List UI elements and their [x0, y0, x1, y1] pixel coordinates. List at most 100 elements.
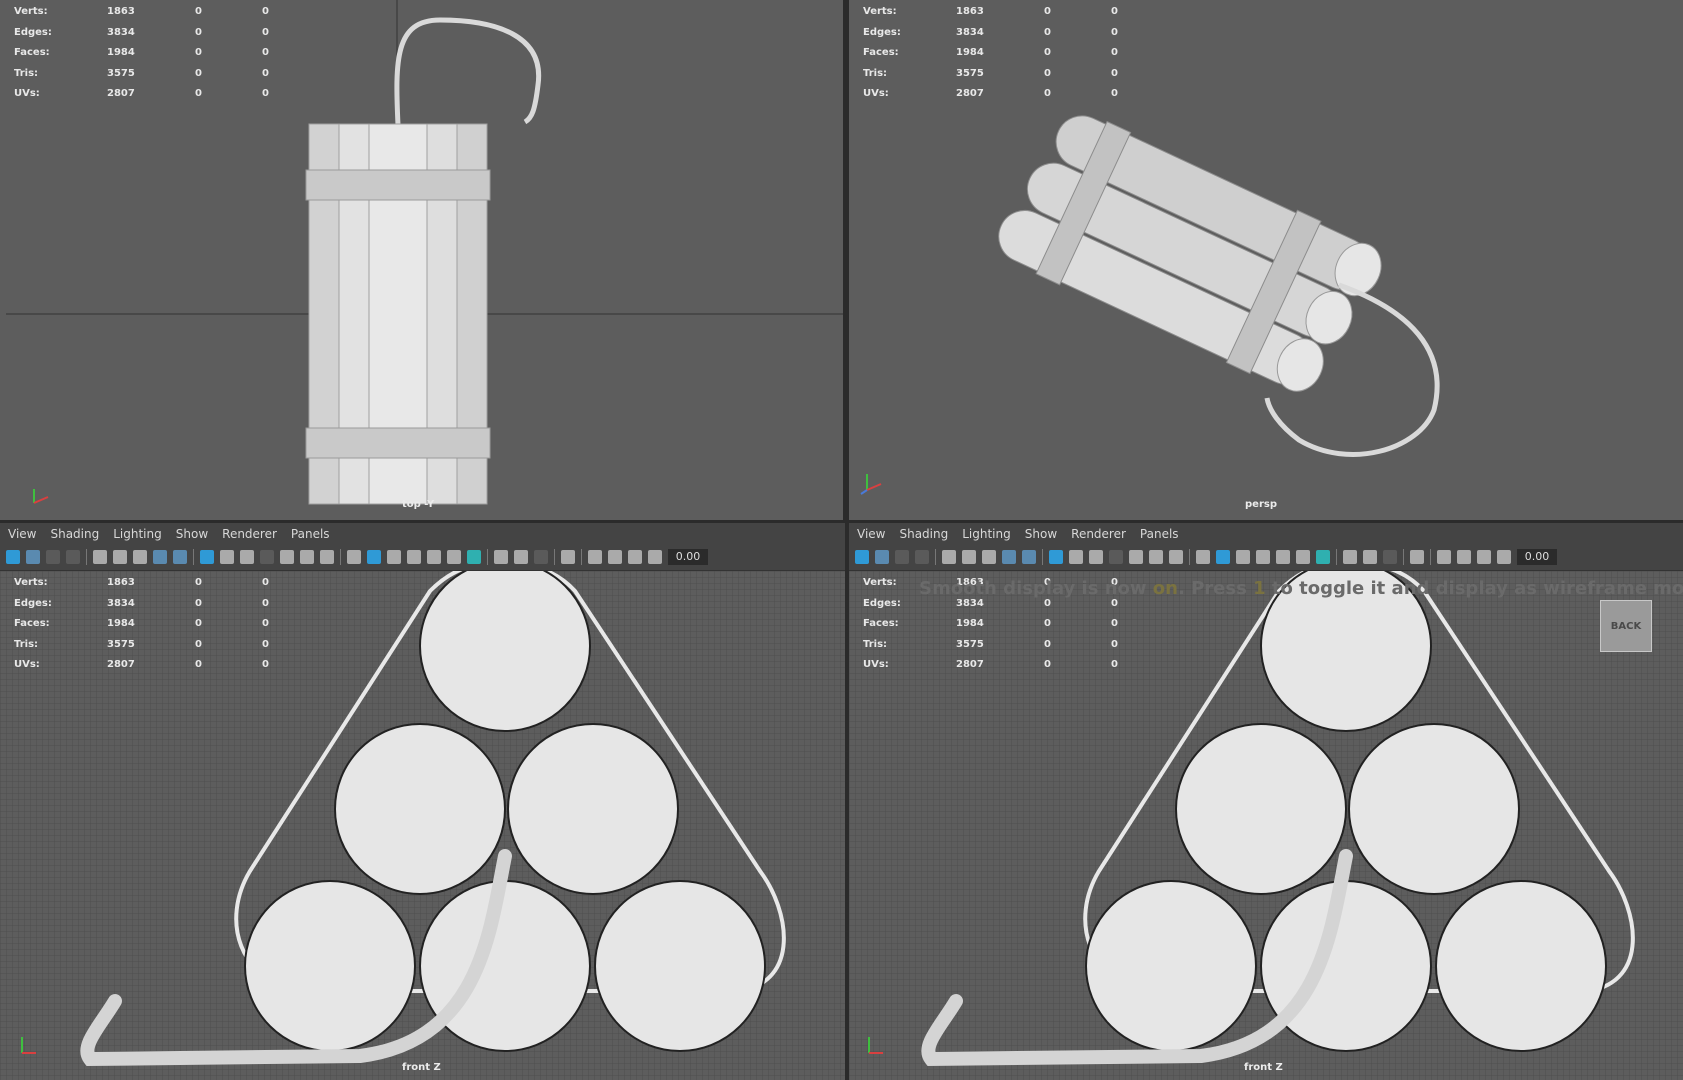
viewport-persp[interactable]: Verts: 1863 0 0 Edges: 3834 0 0 Faces: 1984 0 0 Tris… [849, 0, 1683, 520]
wireframe-on-shaded-icon[interactable] [387, 550, 401, 564]
stats-a: 1984 [107, 618, 135, 629]
exposure-field[interactable]: 0.00 [668, 549, 708, 565]
wireframe-on-shaded-icon[interactable] [1236, 550, 1250, 564]
menu-panels[interactable]: Panels [1140, 527, 1179, 541]
menu-view[interactable]: View [8, 527, 36, 541]
wireframe-icon[interactable] [347, 550, 361, 564]
menu-show[interactable]: Show [176, 527, 208, 541]
stats-b: 0 [1044, 47, 1051, 58]
shading-icon[interactable] [1216, 550, 1230, 564]
textured-icon[interactable] [1256, 550, 1270, 564]
select-icon[interactable] [855, 550, 869, 564]
resolution-gate-icon[interactable] [240, 550, 254, 564]
safe-title-icon[interactable] [320, 550, 334, 564]
stats-b: 0 [195, 47, 202, 58]
anti-alias-icon[interactable] [1383, 550, 1397, 564]
wireframe-icon[interactable] [1196, 550, 1210, 564]
menu-renderer[interactable]: Renderer [1071, 527, 1126, 541]
stats-label: Verts: [14, 577, 48, 588]
camera-icon[interactable] [26, 550, 40, 564]
stats-c: 0 [1111, 67, 1118, 79]
pan-zoom-icon[interactable] [153, 550, 167, 564]
light-icon[interactable] [447, 550, 461, 564]
menu-show[interactable]: Show [1025, 527, 1057, 541]
safe-title-icon[interactable] [1169, 550, 1183, 564]
stats-c: 0 [1111, 88, 1118, 99]
gate-icon[interactable] [66, 550, 80, 564]
gate-icon[interactable] [915, 550, 929, 564]
stats-c: 0 [262, 26, 269, 38]
camera-attr-icon[interactable] [942, 550, 956, 564]
film-gate-icon[interactable] [220, 550, 234, 564]
isolate-select-icon[interactable] [561, 550, 575, 564]
field-chart-icon[interactable] [280, 550, 294, 564]
menu-shading[interactable]: Shading [50, 527, 99, 541]
isolate-select-icon[interactable] [1410, 550, 1424, 564]
light-icon[interactable] [1296, 550, 1310, 564]
grid-icon[interactable] [200, 550, 214, 564]
gate-mask-icon[interactable] [260, 550, 274, 564]
stats-b: 0 [1044, 6, 1051, 17]
exposure-icon[interactable] [648, 550, 662, 564]
stats-row: Tris: 3575 0 0 [14, 635, 269, 656]
grid-icon[interactable] [1049, 550, 1063, 564]
menu-view[interactable]: View [857, 527, 885, 541]
axis-gizmo-icon [21, 1037, 36, 1054]
stats-a: 1863 [107, 577, 135, 588]
menu-shading[interactable]: Shading [899, 527, 948, 541]
camera-icon[interactable] [875, 550, 889, 564]
exposure-field[interactable]: 0.00 [1517, 549, 1557, 565]
grease-pencil-icon[interactable] [173, 550, 187, 564]
backface-icon[interactable] [628, 550, 642, 564]
film-icon[interactable] [46, 550, 60, 564]
stats-b: 0 [1044, 26, 1051, 38]
stats-c: 0 [1111, 26, 1118, 38]
safe-action-icon[interactable] [1149, 550, 1163, 564]
image-plane-icon[interactable] [133, 550, 147, 564]
image-plane-icon[interactable] [982, 550, 996, 564]
screen-space-ao-icon[interactable] [1343, 550, 1357, 564]
film-icon[interactable] [895, 550, 909, 564]
menu-lighting[interactable]: Lighting [962, 527, 1011, 541]
viewport-front-right[interactable]: View Shading Lighting Show Renderer Pane… [849, 523, 1683, 1080]
bookmark-icon[interactable] [962, 550, 976, 564]
xray-joints-icon[interactable] [1437, 550, 1451, 564]
camera-attr-icon[interactable] [93, 550, 107, 564]
xray-active-icon[interactable] [1457, 550, 1471, 564]
bookmark-icon[interactable] [113, 550, 127, 564]
stats-b: 0 [195, 67, 202, 79]
shading-icon[interactable] [367, 550, 381, 564]
gate-mask-icon[interactable] [1109, 550, 1123, 564]
shadows-icon[interactable] [467, 550, 481, 564]
textured-icon[interactable] [407, 550, 421, 564]
xray-icon[interactable] [427, 550, 441, 564]
stats-row: Edges: 3834 0 0 [14, 23, 269, 44]
pan-zoom-icon[interactable] [1002, 550, 1016, 564]
film-gate-icon[interactable] [1069, 550, 1083, 564]
viewport-front-left[interactable]: View Shading Lighting Show Renderer Pane… [0, 523, 845, 1080]
select-icon[interactable] [6, 550, 20, 564]
xray-joints-icon[interactable] [588, 550, 602, 564]
resolution-gate-icon[interactable] [1089, 550, 1103, 564]
stats-c: 0 [1111, 638, 1118, 650]
stats-b: 0 [195, 88, 202, 99]
xray-active-icon[interactable] [608, 550, 622, 564]
viewport-top[interactable]: Verts: 1863 0 0 Edges: 3834 0 0 Faces: 1984 0 0 Tris… [0, 0, 843, 520]
shadows-icon[interactable] [1316, 550, 1330, 564]
stats-b: 0 [1044, 88, 1051, 99]
motion-blur-icon[interactable] [514, 550, 528, 564]
backface-icon[interactable] [1477, 550, 1491, 564]
field-chart-icon[interactable] [1129, 550, 1143, 564]
menu-panels[interactable]: Panels [291, 527, 330, 541]
stats-a: 3834 [107, 26, 135, 38]
exposure-icon[interactable] [1497, 550, 1511, 564]
screen-space-ao-icon[interactable] [494, 550, 508, 564]
motion-blur-icon[interactable] [1363, 550, 1377, 564]
grease-pencil-icon[interactable] [1022, 550, 1036, 564]
menu-lighting[interactable]: Lighting [113, 527, 162, 541]
safe-action-icon[interactable] [300, 550, 314, 564]
xray-icon[interactable] [1276, 550, 1290, 564]
back-button[interactable]: BACK [1600, 600, 1652, 652]
menu-renderer[interactable]: Renderer [222, 527, 277, 541]
anti-alias-icon[interactable] [534, 550, 548, 564]
